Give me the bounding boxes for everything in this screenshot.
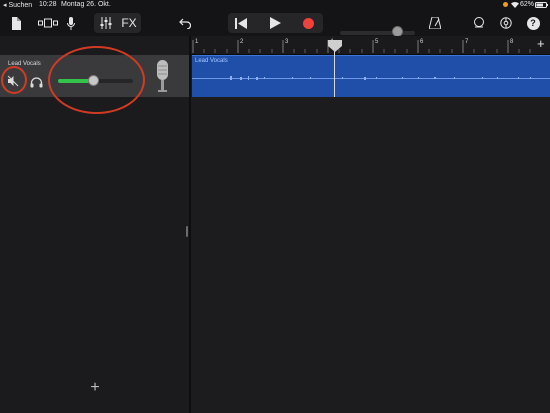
battery-icon <box>535 2 548 10</box>
browser-icon[interactable] <box>38 13 58 33</box>
play-icon[interactable] <box>267 13 283 33</box>
mixer-icon[interactable] <box>99 13 113 33</box>
timeline-area[interactable] <box>191 97 550 413</box>
ruler-bar-2: 2 <box>240 39 244 45</box>
status-date: Montag 26. Okt. <box>61 1 111 8</box>
orange-dot-icon <box>503 2 508 7</box>
status-time: 10:28 <box>39 1 57 8</box>
record-icon[interactable] <box>300 13 316 33</box>
add-track-button[interactable]: + <box>88 378 102 398</box>
annotation-circle-mute <box>1 66 27 94</box>
playhead-handle[interactable] <box>328 39 342 52</box>
ruler-bar-1: 1 <box>195 39 199 45</box>
region-name: Lead Vocals <box>195 58 228 64</box>
metronome-icon[interactable] <box>428 13 442 33</box>
panel-resize-handle[interactable] <box>186 226 188 237</box>
headphones-icon[interactable] <box>30 75 43 88</box>
playhead-line <box>334 45 335 97</box>
waveform-peaks <box>230 76 531 80</box>
wifi-icon <box>511 1 519 10</box>
back-link[interactable]: ◂ Suchen <box>3 1 32 9</box>
add-section-button[interactable]: + <box>537 36 545 51</box>
ruler-bar-7: 7 <box>465 39 469 45</box>
fx-button[interactable]: FX <box>120 13 138 33</box>
status-bar: ◂ Suchen 10:28 Montag 26. Okt. 62% <box>0 0 550 10</box>
timeline-ruler[interactable]: 1 2 3 4 5 6 7 8 + <box>191 36 550 55</box>
loop-icon[interactable] <box>472 13 486 33</box>
ruler-ticks <box>192 40 531 53</box>
document-icon[interactable] <box>9 13 23 33</box>
ruler-bar-3: 3 <box>285 39 289 45</box>
battery-percent: 62% <box>520 1 535 8</box>
undo-icon[interactable] <box>178 13 192 33</box>
ruler-bar-6: 6 <box>420 39 424 45</box>
help-label: ? <box>526 16 540 30</box>
track-instrument-microphone-icon[interactable] <box>154 58 171 94</box>
help-icon[interactable]: ? <box>526 13 540 33</box>
ruler-bar-5: 5 <box>375 39 379 45</box>
toolbar: FX ? <box>0 10 550 37</box>
master-volume-track[interactable] <box>340 31 415 35</box>
settings-icon[interactable] <box>499 13 513 33</box>
microphone-icon[interactable] <box>65 13 77 33</box>
annotation-circle-volume <box>48 46 145 114</box>
rewind-icon[interactable] <box>233 13 249 33</box>
ruler-bar-8: 8 <box>510 39 514 45</box>
